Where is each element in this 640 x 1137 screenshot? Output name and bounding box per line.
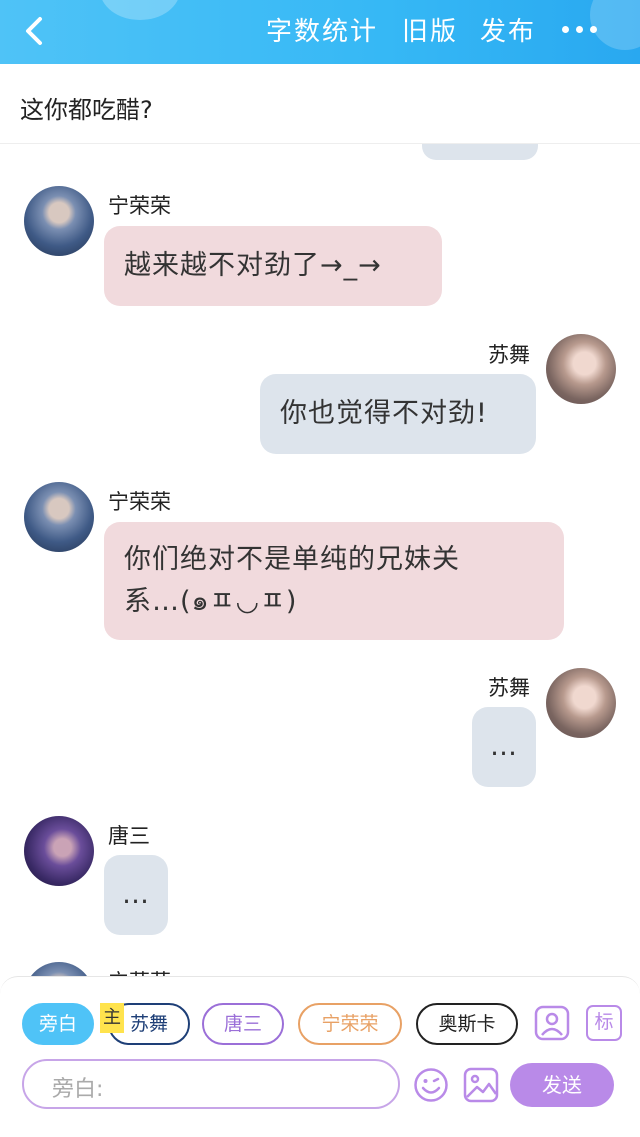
message-text: 系…(๑ㅍ◡ㅍ) — [124, 586, 298, 617]
message-text: 你也觉得不对劲! — [280, 398, 488, 429]
publish-button[interactable]: 发布 — [480, 17, 536, 47]
composer-panel: 旁白 苏舞 主 唐三 宁荣荣 奥斯卡 标 旁白: 发送 — [0, 976, 640, 1137]
send-button[interactable]: 发送 — [510, 1063, 614, 1107]
sender-name: 宁荣荣 — [108, 490, 171, 514]
person-icon[interactable] — [534, 1005, 570, 1041]
word-count-button[interactable]: 字数统计 — [266, 17, 378, 47]
message-bubble[interactable]: 你们绝对不是单纯的兄妹关 系…(๑ㅍ◡ㅍ) — [104, 522, 564, 640]
message-text: … — [122, 879, 150, 910]
avatar-ning-rongrong[interactable] — [24, 186, 94, 256]
sender-name: 宁荣荣 — [108, 966, 171, 976]
more-icon[interactable] — [560, 18, 600, 42]
sender-name: 宁荣荣 — [108, 194, 171, 218]
message-bubble[interactable] — [422, 144, 538, 160]
message-input[interactable]: 旁白: — [22, 1059, 400, 1109]
sender-name: 苏舞 — [488, 343, 530, 367]
message-text: 越来越不对劲了→_→ — [124, 250, 382, 281]
message-bubble[interactable]: … — [104, 855, 168, 935]
old-version-button[interactable]: 旧版 — [402, 17, 458, 47]
avatar-su-wu[interactable] — [546, 334, 616, 404]
emoji-icon[interactable] — [413, 1067, 449, 1103]
header-decoration — [100, 0, 180, 20]
back-icon[interactable] — [18, 14, 52, 48]
top-bar: 字数统计 旧版 发布 — [0, 0, 640, 64]
story-title: 这你都吃醋? — [20, 96, 153, 124]
avatar-ning-rongrong[interactable] — [24, 962, 94, 976]
role-chip-narrator[interactable]: 旁白 — [22, 1003, 94, 1045]
role-chip-ning-rongrong[interactable]: 宁荣荣 — [298, 1003, 402, 1045]
message-text: … — [490, 731, 518, 762]
avatar-su-wu[interactable] — [546, 668, 616, 738]
message-bubble[interactable]: 你也觉得不对劲! — [260, 374, 536, 454]
chat-list[interactable]: 宁荣荣 越来越不对劲了→_→ 苏舞 你也觉得不对劲! 宁荣荣 你们绝对不是单纯的… — [0, 144, 640, 976]
image-icon[interactable] — [463, 1067, 499, 1103]
main-role-tag: 主 — [100, 1003, 124, 1033]
message-text: 你们绝对不是单纯的兄妹关 — [124, 544, 460, 575]
story-title-bar[interactable]: 这你都吃醋? — [0, 64, 640, 144]
message-bubble[interactable]: … — [472, 707, 536, 787]
sender-name: 唐三 — [108, 824, 150, 848]
sender-name: 苏舞 — [488, 676, 530, 700]
role-chip-tang-san[interactable]: 唐三 — [202, 1003, 284, 1045]
input-placeholder: 旁白: — [52, 1077, 104, 1102]
avatar-tang-san[interactable] — [24, 816, 94, 886]
role-chip-oscar[interactable]: 奥斯卡 — [416, 1003, 518, 1045]
avatar-ning-rongrong[interactable] — [24, 482, 94, 552]
mark-button[interactable]: 标 — [586, 1005, 622, 1041]
message-bubble[interactable]: 越来越不对劲了→_→ — [104, 226, 442, 306]
